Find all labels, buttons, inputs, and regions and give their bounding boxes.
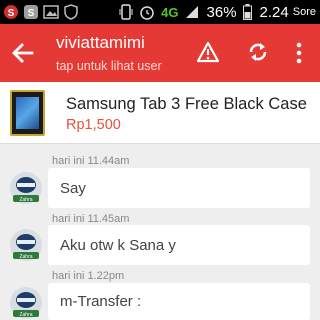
avatar[interactable]: Zahra [9, 228, 43, 262]
product-card[interactable]: Samsung Tab 3 Free Black Case Rp1,500 [0, 82, 320, 144]
network-type: 4G [161, 4, 179, 20]
message-text: Aku otw k Sana y [60, 236, 176, 254]
avatar[interactable]: Zahra [9, 171, 43, 205]
signal-icon [185, 5, 199, 19]
phone-vibrate-icon [119, 4, 133, 20]
product-name: Samsung Tab 3 Free Black Case [66, 95, 307, 113]
product-thumbnail [10, 90, 45, 136]
warning-icon[interactable] [196, 41, 220, 63]
product-price: Rp1,500 [66, 117, 121, 133]
message-timestamp: hari ini 11.44am [52, 155, 130, 167]
svg-text:S: S [8, 8, 15, 19]
svg-text:Zahra: Zahra [19, 197, 32, 203]
message-bubble[interactable]: Aku otw k Sana y [48, 225, 310, 265]
clock: 2.24 [259, 3, 289, 21]
image-icon [42, 3, 60, 21]
back-arrow-icon[interactable] [10, 40, 36, 66]
battery-percent: 36% [206, 3, 237, 21]
carrier-label: Sore [292, 6, 316, 18]
more-vert-icon[interactable] [295, 41, 303, 65]
chat-title[interactable]: viviattamimi [56, 33, 145, 53]
svg-text:Zahra: Zahra [19, 312, 32, 318]
status-bar: S S 4G 36% 2.24 Sore [0, 0, 320, 24]
status-indicators: 4G 36% 2.24 Sore [113, 0, 316, 24]
s-app-icon: S [2, 3, 20, 21]
shield-icon [62, 3, 80, 21]
notification-icons: S S [2, 3, 82, 21]
s-app-icon: S [22, 3, 40, 21]
message-bubble[interactable]: Say [48, 168, 310, 208]
message-timestamp: hari ini 1.22pm [52, 270, 125, 282]
message-timestamp: hari ini 11.45am [52, 213, 130, 225]
svg-text:Zahra: Zahra [19, 254, 32, 260]
message-bubble[interactable]: m-Transfer : [48, 283, 310, 320]
message-text: m-Transfer : [60, 293, 142, 310]
avatar[interactable]: Zahra [9, 286, 43, 320]
alarm-icon [139, 4, 155, 20]
chat-subtitle[interactable]: tap untuk lihat user [56, 59, 162, 73]
battery-icon [242, 4, 252, 20]
svg-text:S: S [28, 8, 35, 19]
refresh-icon[interactable] [247, 40, 269, 64]
message-text: Say [60, 179, 86, 197]
app-bar: viviattamimi tap untuk lihat user [0, 24, 320, 82]
